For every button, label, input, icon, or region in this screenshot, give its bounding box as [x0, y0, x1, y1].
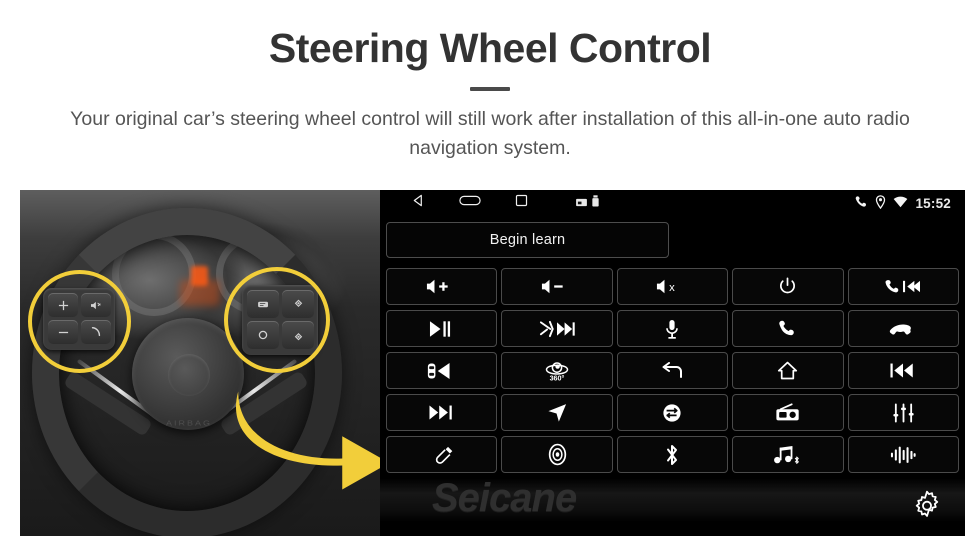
btn-back[interactable]: [616, 352, 729, 389]
head-unit-screen: 15:52 Begin learn x 360° Seicane: [380, 190, 965, 536]
android-status-bar: 15:52: [380, 190, 965, 216]
btn-power[interactable]: [732, 268, 844, 305]
page-title: Steering Wheel Control: [268, 25, 712, 71]
status-bar-misc: [576, 194, 599, 212]
btn-answer-call[interactable]: [732, 310, 844, 347]
btn-home[interactable]: [732, 352, 844, 389]
page-subtitle: Your original car’s steering wheel contr…: [70, 108, 910, 159]
btn-rear-camera[interactable]: [386, 352, 498, 389]
status-bar-nav: [380, 194, 599, 212]
highlight-circle-right: [224, 267, 330, 373]
btn-navigation[interactable]: [501, 394, 613, 431]
usb-icon: [592, 194, 599, 212]
btn-volume-up[interactable]: [386, 268, 498, 305]
btn-volume-down[interactable]: [501, 268, 613, 305]
btn-bluetooth[interactable]: [616, 436, 729, 473]
back-icon[interactable]: [412, 194, 425, 212]
location-icon: [875, 194, 886, 212]
svg-text:x: x: [670, 282, 676, 294]
home-icon[interactable]: [459, 194, 481, 212]
btn-microphone[interactable]: [616, 310, 729, 347]
title-divider: [470, 87, 510, 92]
function-button-grid: x 360°: [386, 268, 959, 473]
steering-wheel-photo: AIRBAG: [20, 190, 380, 536]
sdcard-icon: [576, 194, 587, 212]
btn-disc-player[interactable]: [501, 436, 613, 473]
btn-mute[interactable]: x: [616, 268, 729, 305]
btn-mute-next[interactable]: [501, 310, 613, 347]
btn-end-call[interactable]: [847, 310, 959, 347]
btn-voice-waveform[interactable]: [847, 436, 959, 473]
wifi-icon: [893, 196, 908, 211]
svg-text:360°: 360°: [550, 373, 565, 382]
btn-source-switch[interactable]: [616, 394, 729, 431]
recents-icon[interactable]: [515, 194, 528, 212]
btn-previous-track[interactable]: [847, 352, 959, 389]
page-header: Steering Wheel Control Your original car…: [0, 0, 980, 163]
btn-aux-cable[interactable]: [386, 436, 498, 473]
btn-bluetooth-music[interactable]: [732, 436, 844, 473]
begin-learn-button[interactable]: Begin learn: [386, 222, 669, 258]
btn-call-previous[interactable]: [847, 268, 959, 305]
btn-equalizer[interactable]: [847, 394, 959, 431]
phone-icon: [854, 195, 868, 212]
btn-camera-360[interactable]: 360°: [501, 352, 613, 389]
pointer-arrow-icon: [236, 391, 380, 490]
learn-button-row: Begin learn: [380, 216, 965, 258]
btn-play-pause[interactable]: [386, 310, 498, 347]
settings-button[interactable]: [907, 488, 947, 528]
content-split: AIRBAG 15:52 Begin learn x 360° Seicane: [20, 190, 965, 536]
status-bar-right: 15:52: [854, 194, 951, 212]
btn-next-track[interactable]: [386, 394, 498, 431]
highlight-circle-left: [28, 270, 131, 373]
gear-icon: [911, 490, 943, 527]
page-root: Steering Wheel Control Your original car…: [0, 0, 980, 548]
hub-center: [168, 354, 210, 396]
airbag-text: AIRBAG: [166, 419, 213, 427]
brand-watermark: Seicane: [432, 476, 577, 520]
btn-radio[interactable]: [732, 394, 844, 431]
status-bar-clock: 15:52: [915, 195, 951, 211]
